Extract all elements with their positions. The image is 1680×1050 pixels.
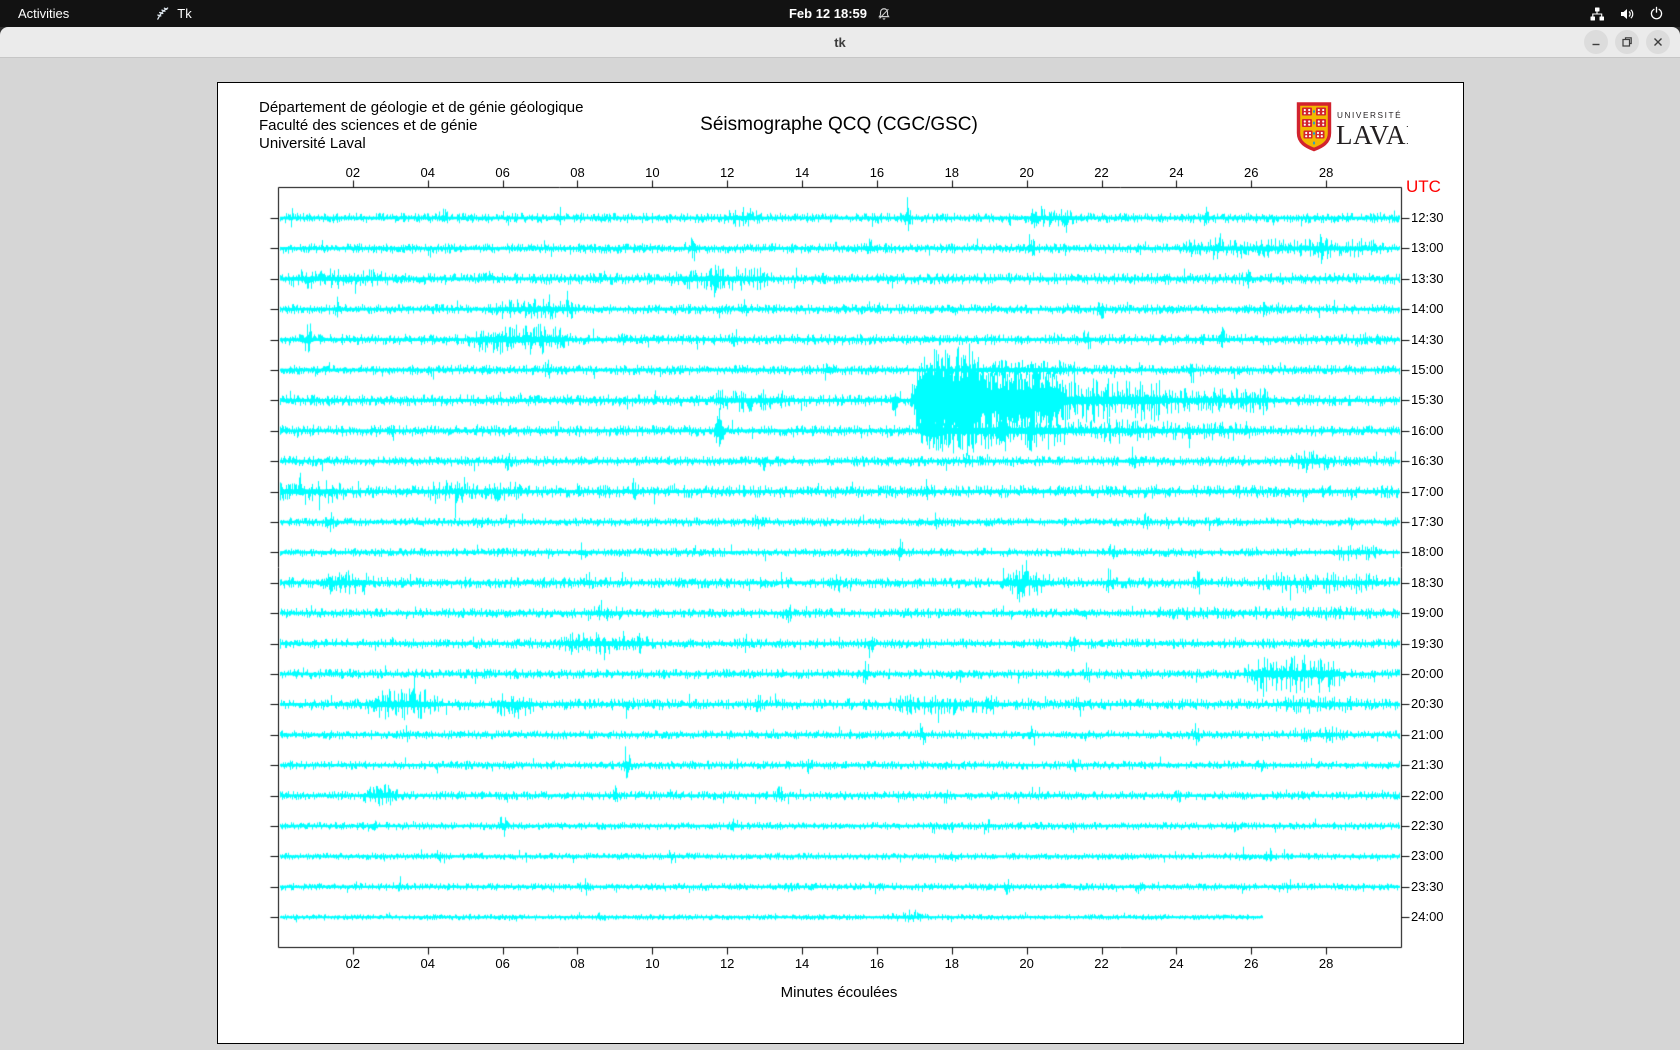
- x-tick-label-bottom: 26: [1244, 956, 1258, 971]
- x-tick-label-top: 16: [870, 165, 884, 180]
- utc-time-label: 18:30: [1411, 575, 1444, 590]
- utc-time-label: 23:00: [1411, 848, 1444, 863]
- x-tick-label-bottom: 28: [1319, 956, 1333, 971]
- seismogram-plot: [218, 83, 1463, 1043]
- x-axis-title: Minutes écoulées: [781, 984, 898, 1001]
- plot-title: Séismographe QCQ (CGC/GSC): [700, 114, 978, 136]
- utc-time-label: 14:30: [1411, 332, 1444, 347]
- utc-time-label: 12:30: [1411, 210, 1444, 225]
- utc-time-label: 21:30: [1411, 757, 1444, 772]
- utc-time-label: 22:00: [1411, 788, 1444, 803]
- logo-text-laval: LAVAL: [1336, 120, 1408, 150]
- utc-time-label: 20:00: [1411, 666, 1444, 681]
- header-line-1: Département de géologie et de génie géol…: [259, 99, 583, 117]
- utc-time-label: 15:00: [1411, 362, 1444, 377]
- utc-time-label: 20:30: [1411, 696, 1444, 711]
- x-tick-label-top: 28: [1319, 165, 1333, 180]
- utc-time-label: 16:00: [1411, 423, 1444, 438]
- x-tick-label-bottom: 20: [1019, 956, 1033, 971]
- clock-menu[interactable]: Feb 12 18:59: [0, 0, 1680, 27]
- utc-time-label: 23:30: [1411, 879, 1444, 894]
- utc-time-label: 19:00: [1411, 605, 1444, 620]
- window-titlebar[interactable]: tk: [0, 27, 1680, 58]
- maximize-button[interactable]: [1615, 30, 1639, 54]
- close-button[interactable]: [1646, 30, 1670, 54]
- x-tick-label-bottom: 04: [420, 956, 434, 971]
- x-tick-label-bottom: 16: [870, 956, 884, 971]
- x-tick-label-top: 18: [945, 165, 959, 180]
- utc-time-label: 13:30: [1411, 271, 1444, 286]
- x-tick-label-top: 04: [420, 165, 434, 180]
- seismograph-canvas-area: Département de géologie et de génie géol…: [217, 82, 1464, 1044]
- x-tick-label-top: 20: [1019, 165, 1033, 180]
- header-line-2: Faculté des sciences et de génie: [259, 117, 583, 135]
- minimize-button[interactable]: [1584, 30, 1608, 54]
- utc-time-label: 13:00: [1411, 240, 1444, 255]
- utc-time-label: 17:30: [1411, 514, 1444, 529]
- window-controls: [1584, 30, 1670, 54]
- x-tick-label-bottom: 24: [1169, 956, 1183, 971]
- x-tick-label-bottom: 22: [1094, 956, 1108, 971]
- utc-time-label: 17:00: [1411, 484, 1444, 499]
- x-tick-label-top: 26: [1244, 165, 1258, 180]
- utc-time-label: 16:30: [1411, 453, 1444, 468]
- x-tick-label-top: 02: [346, 165, 360, 180]
- x-tick-label-top: 12: [720, 165, 734, 180]
- universite-laval-logo: UNIVERSITÉ LAVAL: [1296, 102, 1408, 152]
- header-line-3: Université Laval: [259, 135, 583, 153]
- utc-time-label: 24:00: [1411, 909, 1444, 924]
- utc-time-label: 19:30: [1411, 636, 1444, 651]
- x-tick-label-bottom: 18: [945, 956, 959, 971]
- network-wired-icon: [1589, 6, 1605, 22]
- institution-header: Département de géologie et de génie géol…: [259, 99, 583, 153]
- system-status-area[interactable]: [1589, 0, 1680, 27]
- x-tick-label-bottom: 10: [645, 956, 659, 971]
- x-tick-label-top: 14: [795, 165, 809, 180]
- x-tick-label-top: 10: [645, 165, 659, 180]
- x-tick-label-bottom: 06: [495, 956, 509, 971]
- logo-text-universite: UNIVERSITÉ: [1337, 110, 1402, 120]
- gnome-top-bar: Activities Tk Feb 12 18:59: [0, 0, 1680, 27]
- window-title: tk: [834, 35, 846, 50]
- utc-axis-label: UTC: [1406, 177, 1441, 197]
- x-tick-label-top: 22: [1094, 165, 1108, 180]
- power-icon: [1649, 6, 1664, 21]
- utc-time-label: 14:00: [1411, 301, 1444, 316]
- x-tick-label-bottom: 08: [570, 956, 584, 971]
- utc-time-label: 15:30: [1411, 392, 1444, 407]
- x-tick-label-top: 08: [570, 165, 584, 180]
- volume-icon: [1619, 6, 1635, 22]
- x-tick-label-bottom: 12: [720, 956, 734, 971]
- tk-window-body: Département de géologie et de génie géol…: [0, 58, 1680, 1050]
- clock-label: Feb 12 18:59: [789, 6, 867, 21]
- notifications-muted-icon: [877, 7, 891, 21]
- x-tick-label-bottom: 14: [795, 956, 809, 971]
- utc-time-label: 21:00: [1411, 727, 1444, 742]
- x-tick-label-top: 24: [1169, 165, 1183, 180]
- utc-time-label: 18:00: [1411, 544, 1444, 559]
- x-tick-label-bottom: 02: [346, 956, 360, 971]
- utc-time-label: 22:30: [1411, 818, 1444, 833]
- x-tick-label-top: 06: [495, 165, 509, 180]
